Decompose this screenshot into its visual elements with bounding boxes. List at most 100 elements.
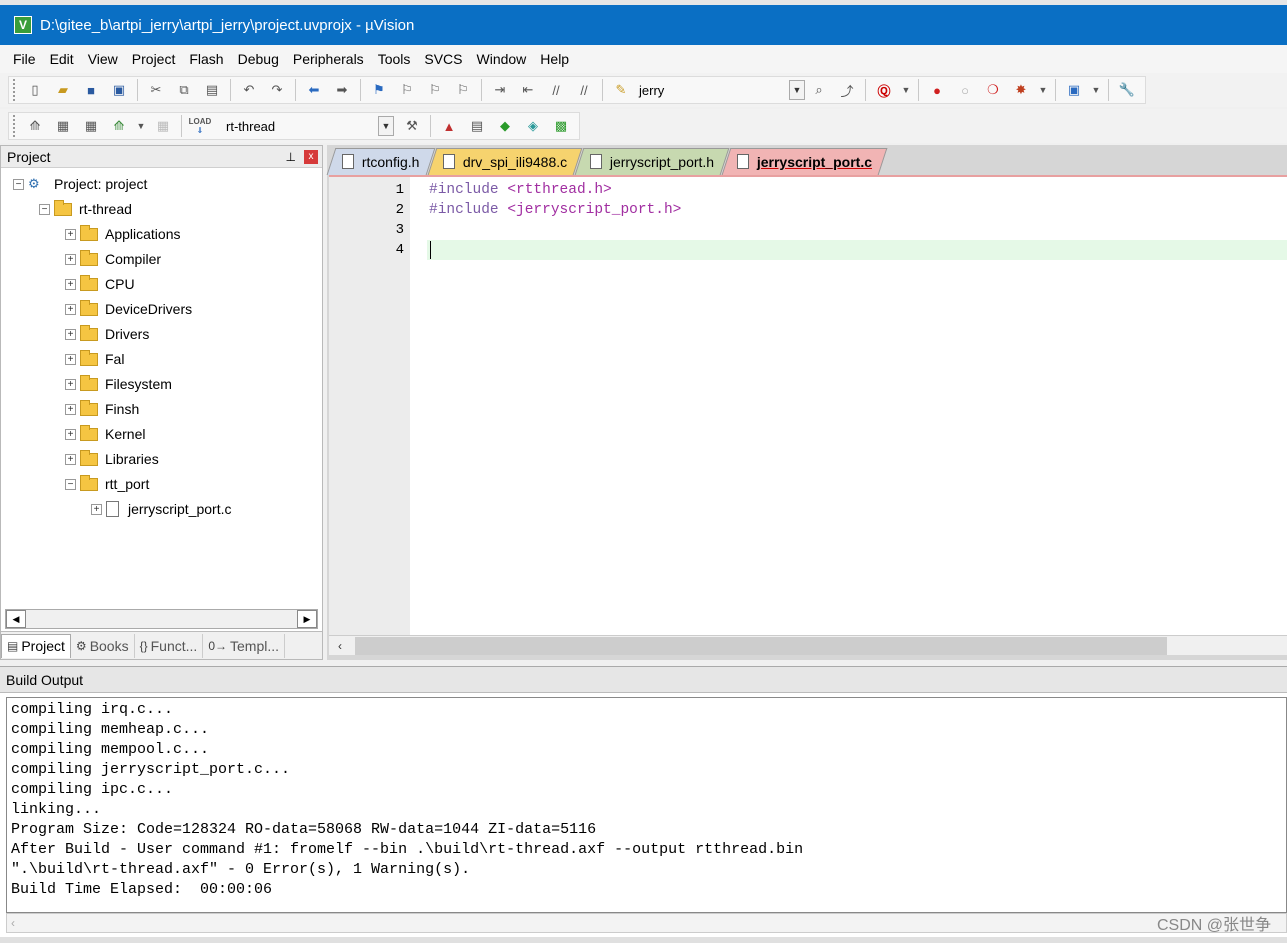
toolbar-grip[interactable]	[13, 79, 17, 101]
menu-view[interactable]: View	[81, 51, 125, 67]
tree-item-drivers[interactable]: + Drivers	[65, 323, 149, 345]
tree-item-project-project[interactable]: − ⚙ Project: project	[13, 173, 147, 195]
copy-icon[interactable]: ⧉	[173, 79, 195, 101]
pin-icon[interactable]: ⊥	[286, 150, 296, 164]
expand-icon[interactable]: +	[65, 228, 76, 240]
expand-icon[interactable]: +	[65, 303, 76, 315]
menu-flash[interactable]: Flash	[182, 51, 230, 67]
undo-icon[interactable]: ↶	[238, 79, 260, 101]
tree-item-jerryscript-port-c[interactable]: + jerryscript_port.c	[91, 498, 231, 520]
editor-tab-jerryscript-port-h[interactable]: jerryscript_port.h	[574, 148, 730, 175]
scroll-left-arrow-icon[interactable]: ‹	[329, 637, 351, 655]
tree-item-rtt-port[interactable]: − rtt_port	[65, 473, 149, 495]
manage-run-time-env-icon[interactable]: ◆	[494, 115, 516, 137]
expand-icon[interactable]: +	[65, 378, 76, 390]
panel-tab-templates[interactable]: 0→ Templ...	[203, 633, 286, 658]
target-select[interactable]: rt-thread ▼	[218, 115, 394, 137]
tree-item-libraries[interactable]: + Libraries	[65, 448, 159, 470]
expand-icon[interactable]: +	[65, 328, 76, 340]
tree-item-rt-thread[interactable]: − rt-thread	[39, 198, 132, 220]
menu-file[interactable]: File	[6, 51, 43, 67]
menu-help[interactable]: Help	[533, 51, 576, 67]
window-layout-icon[interactable]: ▣	[1063, 79, 1085, 101]
manage-project-items-icon[interactable]: ▲	[438, 115, 460, 137]
kill-dropdown-icon[interactable]: ▼	[1038, 79, 1048, 101]
next-bookmark-icon[interactable]: ⚐	[424, 79, 446, 101]
find-icon[interactable]: ⌕	[808, 79, 830, 101]
editor-tab-rtconfig-h[interactable]: rtconfig.h	[326, 148, 435, 175]
menu-window[interactable]: Window	[470, 51, 534, 67]
open-folder-icon[interactable]: ▰	[52, 79, 74, 101]
debug-dropdown-icon[interactable]: ▼	[901, 79, 911, 101]
menu-edit[interactable]: Edit	[43, 51, 81, 67]
manage-multi-project-icon[interactable]: ▤	[466, 115, 488, 137]
tree-item-kernel[interactable]: + Kernel	[65, 423, 145, 445]
breakpoint-icon[interactable]: ●	[926, 79, 948, 101]
save-icon[interactable]: ■	[80, 79, 102, 101]
expand-icon[interactable]: +	[65, 428, 76, 440]
batch-dropdown-icon[interactable]: ▼	[136, 115, 146, 137]
menu-peripherals[interactable]: Peripherals	[286, 51, 371, 67]
toolbar-grip[interactable]	[13, 115, 17, 137]
redo-icon[interactable]: ↷	[266, 79, 288, 101]
build-output-text[interactable]: compiling irq.c... compiling memheap.c...…	[6, 697, 1287, 913]
target-options-icon[interactable]: ⚒	[401, 115, 423, 137]
build-icon[interactable]: ▦	[52, 115, 74, 137]
panel-tab-books[interactable]: ⚙ Books	[71, 633, 135, 658]
menu-svcs[interactable]: SVCS	[417, 51, 469, 67]
bookmark-icon[interactable]: ⚑	[368, 79, 390, 101]
close-icon[interactable]: x	[304, 149, 318, 164]
download-load-icon[interactable]: LOAD ⇓	[189, 115, 212, 137]
menu-debug[interactable]: Debug	[231, 51, 286, 67]
collapse-icon[interactable]: −	[13, 178, 24, 190]
incremental-find-icon[interactable]: ⤴	[836, 79, 858, 101]
pack-installer-icon[interactable]: ▩	[550, 115, 572, 137]
select-packs-icon[interactable]: ◈	[522, 115, 544, 137]
tree-item-fal[interactable]: + Fal	[65, 348, 124, 370]
paste-icon[interactable]: ▤	[201, 79, 223, 101]
collapse-icon[interactable]: −	[39, 203, 50, 215]
expand-icon[interactable]: +	[65, 353, 76, 365]
cut-icon[interactable]: ✂	[145, 79, 167, 101]
save-all-icon[interactable]: ▣	[108, 79, 130, 101]
collapse-icon[interactable]: −	[65, 478, 76, 490]
new-file-icon[interactable]: ▯	[24, 79, 46, 101]
batch-build-icon[interactable]: ⟰	[108, 115, 130, 137]
target-dropdown-arrow[interactable]: ▼	[378, 116, 394, 136]
expand-icon[interactable]: +	[65, 253, 76, 265]
project-tree-hscrollbar[interactable]: ◀ ▶	[5, 609, 318, 629]
navigate-back-icon[interactable]: ⬅	[303, 79, 325, 101]
tree-item-compiler[interactable]: + Compiler	[65, 248, 161, 270]
editor-tab-drv-spi-ili9488-c[interactable]: drv_spi_ili9488.c	[427, 148, 583, 175]
find-text[interactable]: jerry	[639, 83, 789, 98]
editor-hscrollbar[interactable]: ‹	[329, 635, 1287, 655]
tree-item-devicedrivers[interactable]: + DeviceDrivers	[65, 298, 192, 320]
find-in-files-icon[interactable]: ✎	[610, 79, 632, 101]
kill-breakpoints-icon[interactable]: ✸	[1010, 79, 1032, 101]
panel-tab-functions[interactable]: {} Funct...	[135, 633, 204, 658]
expand-icon[interactable]: +	[91, 503, 102, 515]
tree-item-filesystem[interactable]: + Filesystem	[65, 373, 172, 395]
disable-breakpoint-icon[interactable]: ○	[954, 79, 976, 101]
tree-item-finsh[interactable]: + Finsh	[65, 398, 139, 420]
expand-icon[interactable]: +	[65, 403, 76, 415]
scroll-right-arrow-icon[interactable]: ▶	[297, 610, 317, 628]
unindent-icon[interactable]: ⇤	[517, 79, 539, 101]
prev-bookmark-icon[interactable]: ⚐	[396, 79, 418, 101]
code-editor[interactable]: 1 #include <rtthread.h> 2 #include <jerrysc…	[329, 175, 1287, 635]
scroll-thumb[interactable]	[355, 636, 1167, 655]
tree-item-cpu[interactable]: + CPU	[65, 273, 135, 295]
navigate-forward-icon[interactable]: ➡	[331, 79, 353, 101]
build-output-hscrollbar[interactable]: ‹	[6, 913, 1287, 933]
expand-icon[interactable]: +	[65, 453, 76, 465]
configure-wrench-icon[interactable]: 🔧	[1116, 79, 1138, 101]
expand-icon[interactable]: +	[65, 278, 76, 290]
debug-session-icon[interactable]: Ⓠ	[873, 79, 895, 101]
comment-icon[interactable]: //	[545, 79, 567, 101]
scroll-left-arrow-icon[interactable]: ‹	[11, 916, 15, 930]
find-dropdown-arrow[interactable]: ▼	[789, 80, 805, 100]
clear-bookmarks-icon[interactable]: ⚐	[452, 79, 474, 101]
menu-tools[interactable]: Tools	[371, 51, 418, 67]
stop-build-icon[interactable]: ▦	[152, 115, 174, 137]
rebuild-icon[interactable]: ▦	[80, 115, 102, 137]
